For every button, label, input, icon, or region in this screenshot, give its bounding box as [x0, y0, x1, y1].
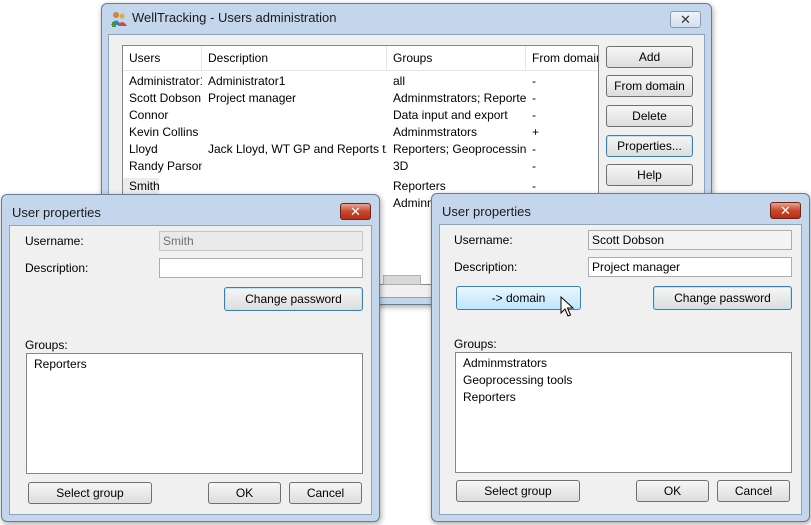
main-titlebar[interactable]: WellTracking - Users administration ✕ [102, 4, 711, 32]
left-close-button[interactable]: ✕ [340, 203, 371, 220]
table-row[interactable]: Kevin Collins Adminmstrators + [123, 124, 598, 141]
cell-user: Lloyd [129, 142, 158, 156]
properties-button[interactable]: Properties... [606, 135, 693, 157]
groups-list[interactable]: Adminmstrators Geoprocessing tools Repor… [455, 352, 792, 473]
ok-button[interactable]: OK [208, 482, 281, 504]
cell-groups: Data input and export [393, 108, 508, 122]
delete-button[interactable]: Delete [606, 105, 693, 127]
username-field[interactable]: Scott Dobson [588, 230, 792, 250]
cell-domain: + [532, 125, 540, 139]
description-label: Description: [25, 261, 89, 275]
username-label: Username: [25, 234, 84, 248]
cell-user: Scott Dobson [129, 91, 202, 105]
cell-description: Project manager [208, 91, 297, 105]
left-dialog-title: User properties [12, 205, 101, 220]
ok-button[interactable]: OK [636, 480, 709, 502]
left-dialog-client: Username: Smith Description: Change pass… [9, 225, 372, 515]
description-label: Description: [454, 260, 518, 274]
left-dialog-titlebar[interactable]: User properties ✕ [2, 195, 379, 223]
cell-user: Kevin Collins [129, 125, 199, 139]
cell-domain: - [532, 108, 536, 122]
add-button[interactable]: Add [606, 46, 693, 68]
cell-groups: Adminmstrators; Reporte... [393, 91, 526, 105]
close-icon: ✕ [780, 203, 791, 218]
select-group-button[interactable]: Select group [456, 480, 580, 502]
cell-description: Administrator1 [208, 74, 286, 88]
list-item[interactable]: Reporters [27, 356, 362, 373]
groups-label: Groups: [454, 337, 497, 351]
cell-description [202, 124, 387, 141]
table-row[interactable]: Scott Dobson Project manager Adminmstrat… [123, 90, 598, 107]
cancel-button[interactable]: Cancel [717, 480, 790, 502]
close-icon: ✕ [350, 204, 361, 219]
list-item[interactable]: Geoprocessing tools [456, 372, 791, 389]
cell-description: Jack Lloyd, WT GP and Reports t... [208, 142, 387, 156]
cell-groups: Adminmstrators [393, 125, 478, 139]
mouse-pointer-icon [560, 295, 575, 321]
column-groups[interactable]: Groups [387, 46, 526, 70]
column-from-domain[interactable]: From domain [526, 46, 598, 70]
description-field[interactable]: Project manager [588, 257, 792, 277]
description-field[interactable] [159, 258, 363, 278]
right-dialog-title: User properties [442, 204, 531, 219]
cell-description [202, 158, 387, 175]
cell-user: Smith [123, 178, 159, 195]
change-password-button[interactable]: Change password [224, 287, 363, 311]
right-dialog-titlebar[interactable]: User properties ✕ [432, 194, 809, 222]
users-table-header: Users Description Groups From domain [123, 46, 598, 71]
list-item[interactable]: Adminmstrators [456, 355, 791, 372]
list-item[interactable]: Reporters [456, 389, 791, 406]
cancel-button[interactable]: Cancel [289, 482, 362, 504]
username-field: Smith [159, 231, 363, 251]
column-description[interactable]: Description [202, 46, 387, 70]
cell-description [202, 178, 387, 195]
main-close-button[interactable]: ✕ [670, 11, 701, 28]
horizontal-scrollbar[interactable] [383, 275, 421, 285]
close-icon: ✕ [680, 12, 691, 27]
table-row[interactable]: Lloyd Jack Lloyd, WT GP and Reports t...… [123, 141, 598, 158]
right-dialog-client: Username: Scott Dobson Description: Proj… [439, 224, 802, 515]
cell-groups: Reporters; Geoprocessin... [393, 142, 526, 156]
user-properties-dialog-scott: User properties ✕ Username: Scott Dobson… [431, 193, 810, 522]
cell-user: Administrator1 [129, 74, 202, 88]
right-close-button[interactable]: ✕ [770, 202, 801, 219]
main-window-title: WellTracking - Users administration [132, 10, 337, 25]
cell-groups: all [393, 74, 406, 88]
cell-user: Connor [129, 108, 169, 122]
cell-domain: - [532, 159, 536, 173]
groups-label: Groups: [25, 338, 68, 352]
help-button[interactable]: Help [606, 164, 693, 186]
table-row[interactable]: Administrator1 Administrator1 all - [123, 73, 598, 90]
users-app-icon [110, 10, 128, 28]
cell-groups: 3D [393, 159, 409, 173]
user-properties-dialog-smith: User properties ✕ Username: Smith Descri… [1, 194, 380, 522]
cell-domain: - [532, 91, 536, 105]
table-row[interactable]: Connor Data input and export - [123, 107, 598, 124]
cell-user: Randy Parsons [129, 159, 202, 173]
from-domain-button[interactable]: From domain [606, 75, 693, 97]
cell-domain: - [532, 74, 536, 88]
select-group-button[interactable]: Select group [28, 482, 152, 504]
groups-list[interactable]: Reporters [26, 353, 363, 474]
cell-description [202, 107, 387, 124]
change-password-button[interactable]: Change password [653, 286, 792, 310]
table-row[interactable]: Randy Parsons 3D - [123, 158, 598, 175]
username-label: Username: [454, 233, 513, 247]
column-users[interactable]: Users [123, 46, 202, 70]
cell-domain: - [532, 142, 536, 156]
